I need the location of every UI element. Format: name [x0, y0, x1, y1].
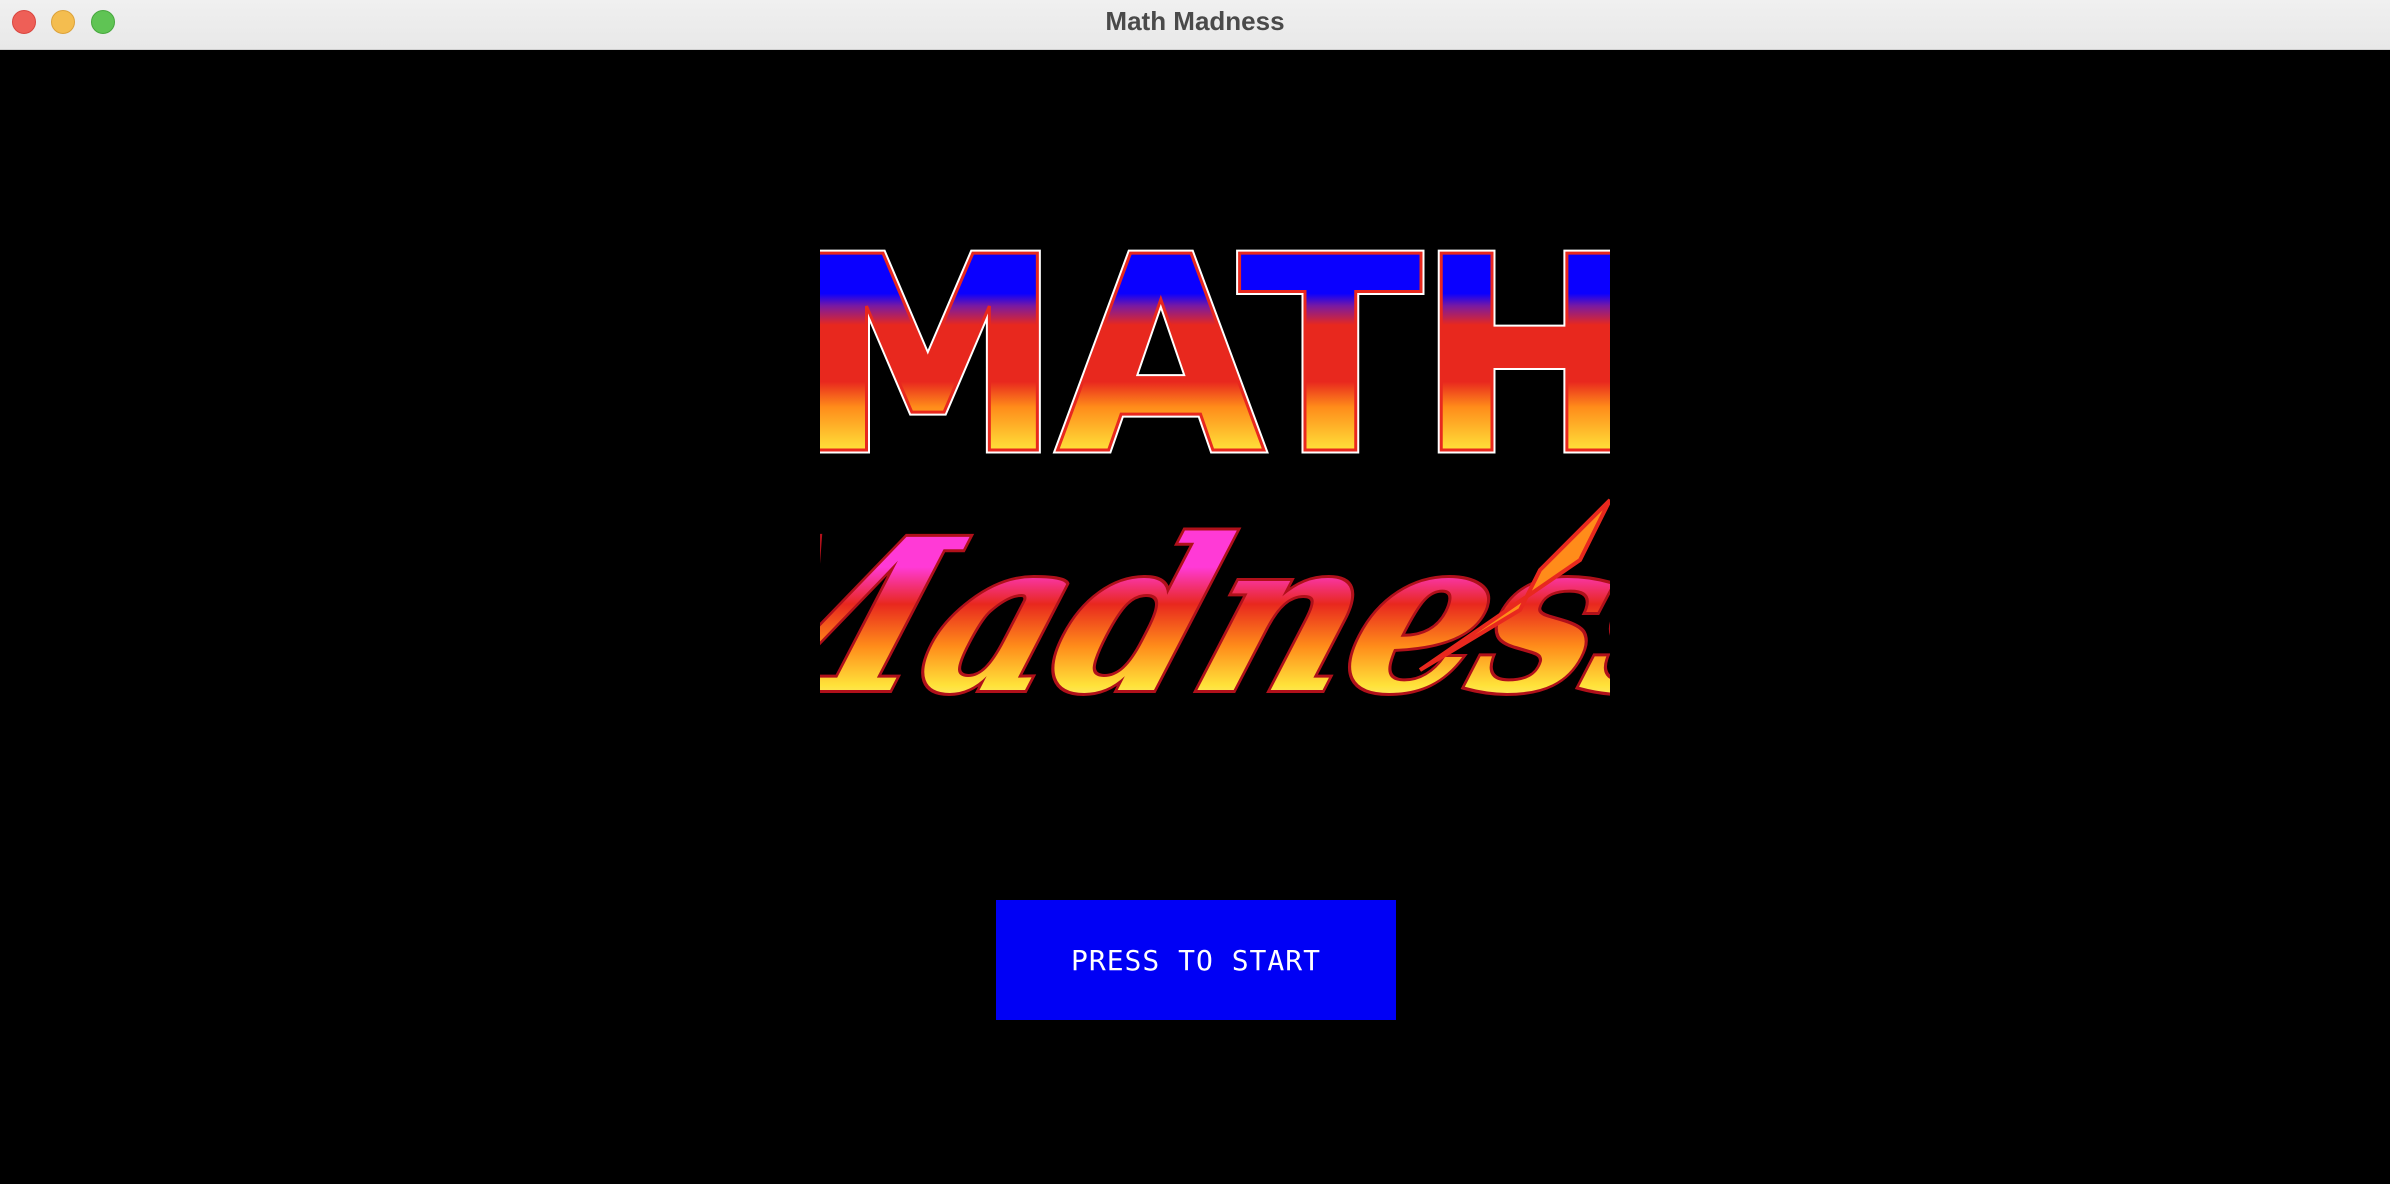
logo-line1-outline: MATH: [820, 220, 1610, 514]
start-button[interactable]: PRESS TO START: [996, 900, 1396, 1020]
logo-math-word: MATH MATH: [820, 220, 1610, 518]
game-logo: MATH MATH Madness: [820, 220, 1610, 743]
logo-line2: Madness: [820, 493, 1610, 740]
title-bar[interactable]: Math Madness: [0, 0, 2390, 50]
logo-madness-word: Madness: [820, 490, 1610, 743]
game-canvas[interactable]: MATH MATH Madness PRESS TO START: [0, 50, 2390, 1184]
app-window: Math Madness MATH MATH Madness PRESS TO …: [0, 0, 2390, 1184]
window-title: Math Madness: [1105, 6, 1285, 36]
